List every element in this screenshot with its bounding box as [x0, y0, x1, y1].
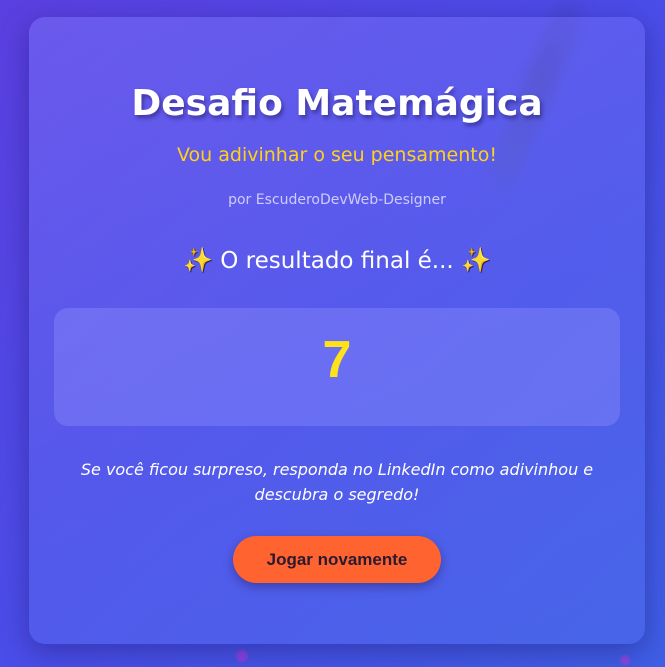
result-box: 7 — [54, 308, 620, 426]
background-dot — [620, 655, 630, 665]
result-heading: ✨ O resultado final é... ✨ — [29, 246, 645, 274]
game-card: Desafio Matemágica Vou adivinhar o seu p… — [29, 17, 645, 644]
background-dot — [236, 650, 248, 662]
author-credit: por EscuderoDevWeb-Designer — [228, 192, 446, 208]
subtitle: Vou adivinhar o seu pensamento! — [177, 144, 497, 166]
hint-message: Se você ficou surpreso, responda no Link… — [80, 460, 594, 504]
result-label: O resultado final é... — [220, 248, 454, 274]
play-again-button[interactable]: Jogar novamente — [233, 536, 441, 583]
sparkles-icon: ✨ — [461, 246, 491, 274]
page-title: Desafio Matemágica — [131, 83, 543, 124]
result-number: 7 — [322, 331, 352, 389]
sparkles-icon: ✨ — [183, 246, 213, 274]
